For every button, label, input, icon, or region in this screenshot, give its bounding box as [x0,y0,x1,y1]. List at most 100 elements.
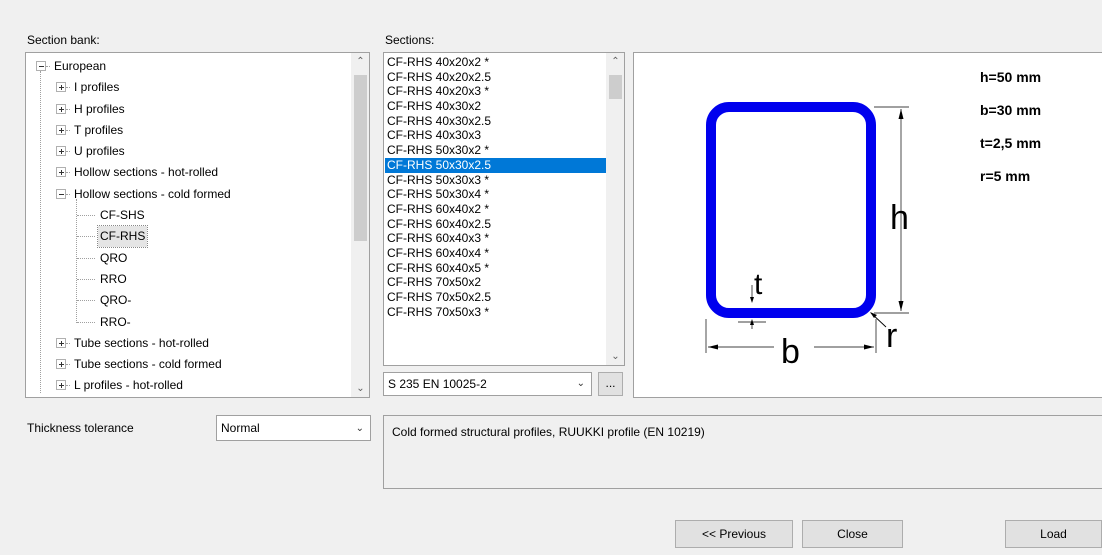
thickness-label: Thickness tolerance [27,421,134,435]
tree-item[interactable]: Tube sections - cold formed [26,354,346,375]
tree-connector [66,193,70,195]
dim-b: b=30 mm [980,102,1041,118]
tree-item[interactable]: European [26,56,346,77]
section-item[interactable]: CF-RHS 70x50x2.5 [385,290,608,305]
dim-r: r=5 mm [980,168,1030,184]
section-bank-tree[interactable]: European I profiles H profiles T profiles U … [25,52,370,398]
section-item[interactable]: CF-RHS 40x30x2 [385,99,608,114]
t-label: t [754,268,763,301]
close-button[interactable]: Close [802,520,903,548]
section-item[interactable]: CF-RHS 40x20x3 * [385,84,608,99]
tree-item[interactable]: H profiles [26,99,346,120]
tree-item-label: I profiles [74,80,120,95]
expand-icon[interactable] [56,167,66,178]
thickness-select[interactable]: Normal ⌄ [216,415,371,441]
b-label: b [781,333,800,371]
tree-item-label: QRO [100,250,128,265]
tree-connector [66,108,70,110]
tree-guide [40,71,41,393]
collapse-icon[interactable] [36,61,46,71]
section-item[interactable]: CF-RHS 60x40x2 * [385,202,608,217]
tree-connector [77,321,95,323]
expand-icon[interactable] [56,146,66,157]
section-item[interactable]: CF-RHS 50x30x3 * [385,173,608,188]
tree-item[interactable]: Hollow sections - hot-rolled [26,162,346,183]
section-drawing: h b t r h=50 mm b=30 mm t=2,5 mm r=5 mm [705,69,1041,371]
tree-item[interactable]: I profiles [26,77,346,98]
section-item[interactable]: CF-RHS 40x30x2.5 [385,114,608,129]
section-item[interactable]: CF-RHS 70x50x2 [385,275,608,290]
tree-connector [77,236,95,238]
section-item[interactable]: CF-RHS 40x30x3 [385,128,608,143]
sections-scrollbar[interactable]: ⌃ ⌄ [606,53,624,365]
tree-item[interactable]: Hollow sections - cold formed [26,184,346,205]
material-value: S 235 EN 10025-2 [388,377,487,391]
sections-rows: CF-RHS 40x20x2 * CF-RHS 40x20x2.5 CF-RHS 4… [385,55,608,319]
section-item[interactable]: CF-RHS 60x40x5 * [385,261,608,276]
tree-connector [77,257,95,259]
tree-item-label: CF-RHS [96,225,149,249]
tree-item-label: RRO- [100,314,131,329]
previous-button[interactable]: << Previous [675,520,793,548]
tree-connector [66,87,70,89]
tree-item-label: L profiles - hot-rolled [74,378,183,393]
tree-connector [66,129,70,131]
expand-icon[interactable] [56,337,66,348]
scroll-up-icon[interactable]: ⌃ [352,53,369,70]
tree-item-label: European [54,59,107,73]
load-button[interactable]: Load [1005,520,1102,548]
h-label: h [890,199,909,237]
section-item[interactable]: CF-RHS 60x40x3 * [385,231,608,246]
scroll-up-icon[interactable]: ⌃ [607,53,624,70]
tree-item[interactable]: QRO [26,248,346,269]
section-item[interactable]: CF-RHS 50x30x4 * [385,187,608,202]
collapse-icon[interactable] [56,188,66,199]
section-description: Cold formed structural profiles, RUUKKI … [383,415,1102,489]
expand-icon[interactable] [56,380,66,391]
section-item[interactable]: CF-RHS 60x40x4 * [385,246,608,261]
tree-item-label: CF-SHS [100,208,145,223]
tree-item-label: U profiles [74,144,125,159]
section-item[interactable]: CF-RHS 40x20x2.5 [385,70,608,85]
tree-item[interactable]: T profiles [26,120,346,141]
tree-item[interactable]: Tube sections - hot-rolled [26,333,346,354]
tree-item-label: RRO [100,271,127,286]
tree-rows: European I profiles H profiles T profiles U … [26,56,346,397]
tree-item[interactable]: QRO- [26,290,346,311]
tree-item[interactable]: L profiles - hot-rolled [26,375,346,396]
tree-connector [66,172,70,174]
tree-item-label: H profiles [74,101,125,116]
thickness-value: Normal [221,421,260,435]
section-item[interactable]: CF-RHS 50x30x2.5 [385,157,608,173]
scroll-thumb[interactable] [609,75,622,99]
h-arrow-top [898,109,904,119]
tree-scrollbar[interactable]: ⌃ ⌄ [351,53,369,397]
expand-icon[interactable] [56,82,66,93]
expand-icon[interactable] [56,103,66,114]
section-preview: h b t r h=50 mm b=30 mm t=2,5 mm r=5 mm [633,52,1102,398]
tree-connector [66,385,70,387]
section-item[interactable]: CF-RHS 40x20x2 * [385,55,608,70]
tree-item-label: Hollow sections - hot-rolled [74,165,219,180]
scroll-down-icon[interactable]: ⌄ [352,380,369,397]
tree-connector [66,342,70,344]
expand-icon[interactable] [56,359,66,370]
tree-connector [77,215,95,217]
tree-connector [66,151,70,153]
tree-item[interactable]: U profiles [26,141,346,162]
material-more-button[interactable]: ... [598,372,623,396]
material-select[interactable]: S 235 EN 10025-2 ⌄ [383,372,592,396]
tree-item[interactable]: RRO [26,269,346,290]
section-item[interactable]: CF-RHS 50x30x2 * [385,143,608,158]
tree-item[interactable]: CF-SHS [26,205,346,226]
scroll-thumb[interactable] [354,75,367,241]
section-item[interactable]: CF-RHS 70x50x3 * [385,305,608,320]
tree-connector [46,66,50,67]
dim-h: h=50 mm [980,69,1041,85]
tree-item[interactable]: CF-RHS [26,225,346,249]
tree-item[interactable]: RRO- [26,312,346,333]
sections-list[interactable]: CF-RHS 40x20x2 * CF-RHS 40x20x2.5 CF-RHS 4… [383,52,625,366]
scroll-down-icon[interactable]: ⌄ [607,348,624,365]
expand-icon[interactable] [56,124,66,135]
section-item[interactable]: CF-RHS 60x40x2.5 [385,217,608,232]
